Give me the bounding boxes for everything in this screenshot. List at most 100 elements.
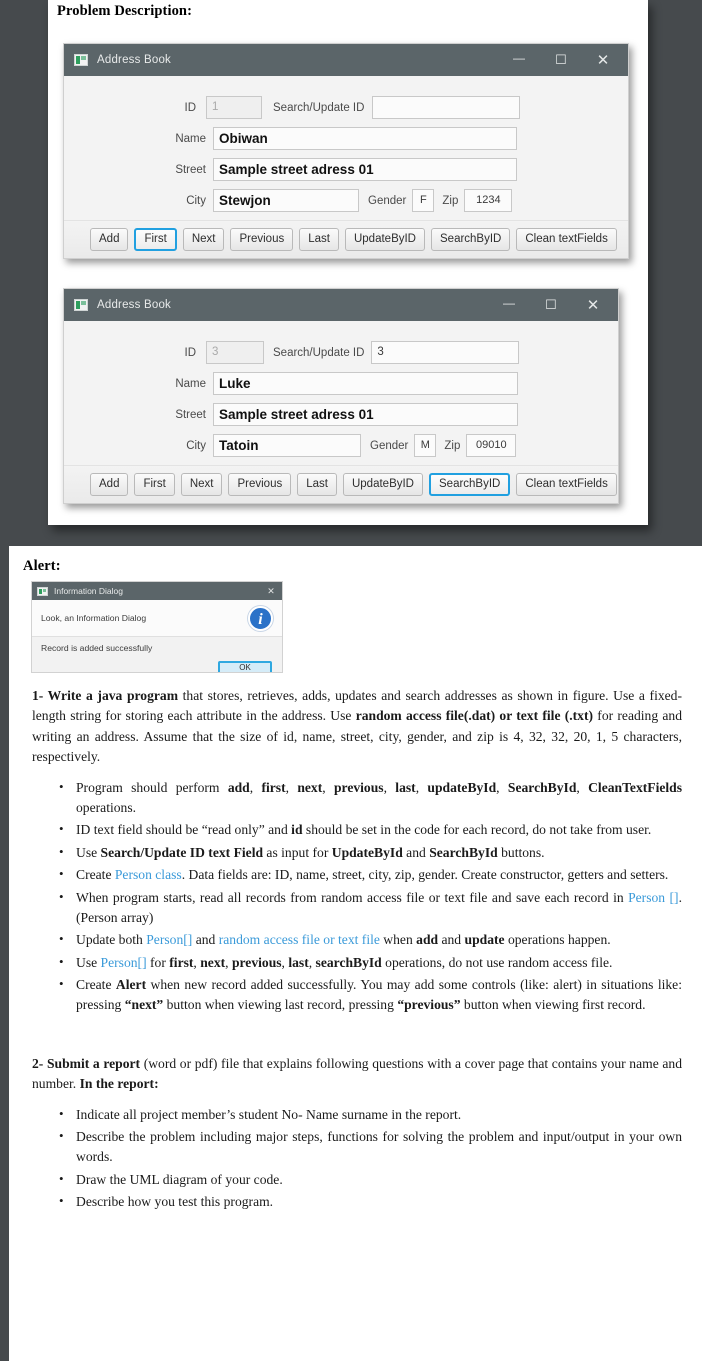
list-item-text: Describe how you test this program. [76, 1194, 274, 1210]
list-item-text: UpdateById [331, 844, 403, 860]
list-item-text: , [225, 954, 232, 970]
list-item-text: . Data fields are: ID, name, street, cit… [181, 867, 669, 883]
task1-title: 1- Write a java program [32, 688, 179, 703]
close-icon[interactable]: ✕ [572, 290, 614, 320]
list-item-text: SearchById [507, 779, 577, 795]
update-by-id-button[interactable]: UpdateByID [344, 228, 425, 251]
list-item-text: searchById [315, 954, 382, 970]
last-button[interactable]: Last [297, 473, 337, 496]
list-item-text: , [383, 779, 396, 795]
list-item-text: for [146, 954, 170, 970]
address-book-window-1[interactable]: Address Book — ☐ ✕ ID 1 Search/Update ID… [63, 43, 629, 259]
list-item-text: “next” [124, 997, 164, 1013]
app-window-icon [37, 586, 48, 596]
search-by-id-button[interactable]: SearchByID [429, 473, 511, 496]
list-item-text: first [169, 954, 194, 970]
app-window-icon [74, 299, 88, 311]
list-item-text: , [285, 779, 298, 795]
minimize-icon[interactable]: — [498, 43, 540, 78]
previous-button[interactable]: Previous [230, 228, 294, 251]
close-icon[interactable]: ✕ [582, 45, 624, 75]
list-item-text: , [308, 954, 316, 970]
list-item-text: SearchById [429, 844, 498, 860]
list-item: Update both Person[] and random access f… [59, 929, 682, 950]
maximize-icon[interactable]: ☐ [540, 45, 582, 75]
list-item-text: Indicate all project member’s student No… [76, 1106, 462, 1122]
list-item-text: as input for [263, 844, 332, 860]
list-item-text: Update both [76, 932, 147, 948]
task1-bold-b: random access file(.dat) or text file (.… [355, 708, 594, 724]
alert-section-heading: Alert: [23, 558, 61, 574]
name-label: Name [175, 377, 206, 390]
first-button[interactable]: First [134, 473, 175, 496]
window-title: Address Book [97, 54, 171, 66]
task2-bullet-list: Indicate all project member’s student No… [32, 1104, 682, 1213]
list-item-text: first [261, 779, 286, 795]
search-update-id-label: Search/Update ID [273, 346, 365, 359]
name-input[interactable]: Obiwan [213, 127, 517, 150]
list-item-text: , [249, 779, 262, 795]
update-by-id-button[interactable]: UpdateByID [342, 473, 423, 496]
zip-input[interactable]: 09010 [466, 434, 517, 457]
list-item-text: next [297, 779, 323, 795]
task2-title: 2- Submit a report [32, 1055, 141, 1071]
city-input[interactable]: Stewjon [213, 189, 359, 212]
name-input[interactable]: Luke [213, 372, 518, 395]
previous-button[interactable]: Previous [228, 473, 292, 496]
list-item-text: Person[] [100, 954, 147, 970]
list-item-text: buttons. [497, 844, 545, 860]
next-button[interactable]: Next [182, 228, 225, 251]
window-titlebar: Address Book — ☐ ✕ [64, 289, 618, 321]
gender-input[interactable]: M [414, 434, 437, 457]
dialog-content: Record is added successfully OK [32, 637, 282, 672]
list-item-text: should be set in the code for each recor… [302, 822, 652, 838]
maximize-icon[interactable]: ☐ [530, 290, 572, 320]
list-item: Create Person class. Data fields are: ID… [59, 864, 682, 885]
dialog-header-text: Look, an Information Dialog [41, 613, 147, 623]
list-item: Describe the problem including major ste… [59, 1126, 682, 1168]
address-book-window-2[interactable]: Address Book — ☐ ✕ ID 3 Search/Update ID… [63, 288, 619, 504]
task2-paragraph: 2- Submit a report (word or pdf) file th… [32, 1054, 682, 1095]
id-label: ID [184, 101, 197, 114]
clean-textfields-button[interactable]: Clean textFields [516, 473, 617, 496]
zip-input[interactable]: 1234 [464, 189, 513, 212]
list-item-text: , [322, 779, 334, 795]
dialog-header: Look, an Information Dialog i [32, 600, 282, 637]
list-item-text: , [496, 779, 508, 795]
minimize-icon[interactable]: — [488, 288, 530, 323]
search-update-id-input[interactable] [372, 96, 521, 119]
street-label: Street [175, 408, 206, 421]
last-button[interactable]: Last [299, 228, 339, 251]
search-by-id-button[interactable]: SearchByID [431, 228, 511, 251]
city-label: City [186, 439, 206, 452]
list-item: Use Search/Update ID text Field as input… [59, 842, 682, 863]
street-input[interactable]: Sample street adress 01 [213, 158, 517, 181]
street-label: Street [175, 163, 206, 176]
add-button[interactable]: Add [90, 473, 129, 496]
gender-input[interactable]: F [412, 189, 435, 212]
information-dialog[interactable]: Information Dialog ✕ Look, an Informatio… [31, 581, 283, 673]
first-button[interactable]: First [134, 228, 177, 251]
list-item-text: update [464, 932, 505, 948]
list-item-text: Person[] [146, 932, 193, 948]
city-input[interactable]: Tatoin [213, 434, 361, 457]
next-button[interactable]: Next [180, 473, 223, 496]
list-item-text: id [291, 822, 303, 838]
list-item-text: operations. [76, 799, 137, 815]
search-update-id-label: Search/Update ID [273, 101, 365, 114]
id-input: 1 [206, 96, 262, 119]
list-item: Draw the UML diagram of your code. [59, 1169, 682, 1190]
close-icon[interactable]: ✕ [262, 586, 280, 597]
dialog-message: Record is added successfully [41, 643, 153, 653]
search-update-id-input[interactable]: 3 [371, 341, 520, 364]
list-item-text: Person class [114, 867, 182, 883]
add-button[interactable]: Add [90, 228, 129, 251]
ok-button[interactable]: OK [218, 661, 272, 672]
window-button-bar: Add First Next Previous Last UpdateByID … [64, 220, 628, 258]
street-input[interactable]: Sample street adress 01 [213, 403, 518, 426]
document-page: Alert: Information Dialog ✕ Look, an Inf… [0, 546, 702, 1361]
clean-textfields-button[interactable]: Clean textFields [516, 228, 617, 251]
list-item-text: Program should perform [76, 779, 228, 795]
top-screenshot-panel: Problem Description: Address Book — ☐ ✕ … [0, 0, 702, 546]
city-label: City [186, 194, 206, 207]
